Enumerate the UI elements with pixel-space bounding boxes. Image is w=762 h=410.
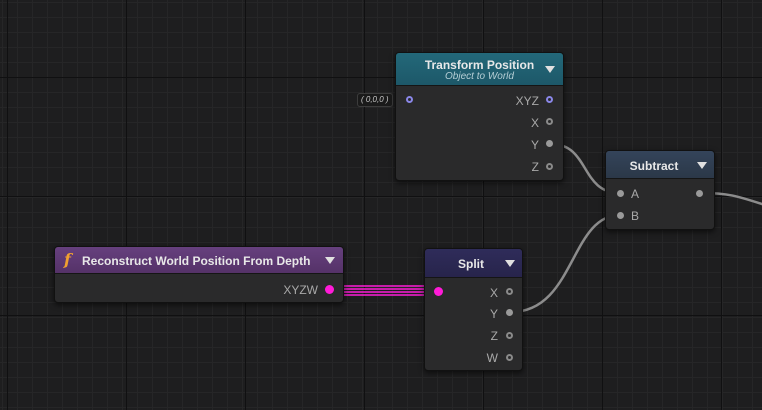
input-label-b: B	[631, 209, 640, 223]
function-icon: f	[64, 250, 71, 269]
input-port-icon[interactable]	[406, 96, 413, 103]
output-label-w: W	[486, 351, 498, 365]
output-label-z: Z	[531, 160, 539, 174]
output-label-y: Y	[489, 307, 498, 321]
reconstruct-header[interactable]: f Reconstruct World Position From Depth	[55, 247, 343, 274]
output-label-y: Y	[530, 138, 539, 152]
output-label-x: X	[489, 286, 498, 300]
input-port-b-icon[interactable]	[617, 212, 624, 219]
output-port-icon[interactable]	[696, 190, 703, 197]
wire-reconstruct-to-split	[328, 285, 438, 296]
output-label-xyzw: XYZW	[283, 283, 318, 297]
collapse-triangle-icon[interactable]	[545, 66, 555, 73]
output-label-z: Z	[490, 329, 498, 343]
split-node[interactable]: Split X Y Z W	[424, 248, 523, 371]
output-label-xyz: XYZ	[515, 94, 539, 108]
subtract-header[interactable]: Subtract	[606, 151, 714, 179]
transform-position-node[interactable]: Transform Position Object to World XYZ X…	[395, 52, 564, 181]
output-port-y-icon[interactable]	[506, 309, 513, 316]
default-value-pill[interactable]: ( 0,0,0 )	[357, 93, 393, 107]
output-label-x: X	[530, 116, 539, 130]
output-port-xyz-icon[interactable]	[546, 96, 553, 103]
output-port-w-icon[interactable]	[506, 354, 513, 361]
output-port-z-icon[interactable]	[546, 163, 553, 170]
split-header[interactable]: Split	[425, 249, 522, 278]
node-title: Reconstruct World Position From Depth	[82, 254, 311, 268]
output-port-x-icon[interactable]	[546, 118, 553, 125]
collapse-triangle-icon[interactable]	[697, 162, 707, 169]
node-title: Transform Position	[424, 58, 535, 72]
output-port-x-icon[interactable]	[506, 288, 513, 295]
output-port-y-icon[interactable]	[546, 140, 553, 147]
input-label-a: A	[631, 187, 640, 201]
output-port-xyzw-icon[interactable]	[325, 285, 334, 294]
input-port-icon[interactable]	[434, 287, 443, 296]
input-port-a-icon[interactable]	[617, 190, 624, 197]
wire-split-y-to-subtract-b	[510, 213, 621, 314]
subtract-node[interactable]: Subtract A B	[605, 150, 715, 230]
reconstruct-world-position-node[interactable]: f Reconstruct World Position From Depth …	[54, 246, 344, 303]
collapse-triangle-icon[interactable]	[325, 257, 335, 264]
collapse-triangle-icon[interactable]	[505, 260, 515, 267]
transform-position-header[interactable]: Transform Position Object to World	[396, 53, 563, 86]
node-subtitle: Object to World	[445, 71, 514, 82]
output-port-z-icon[interactable]	[506, 332, 513, 339]
